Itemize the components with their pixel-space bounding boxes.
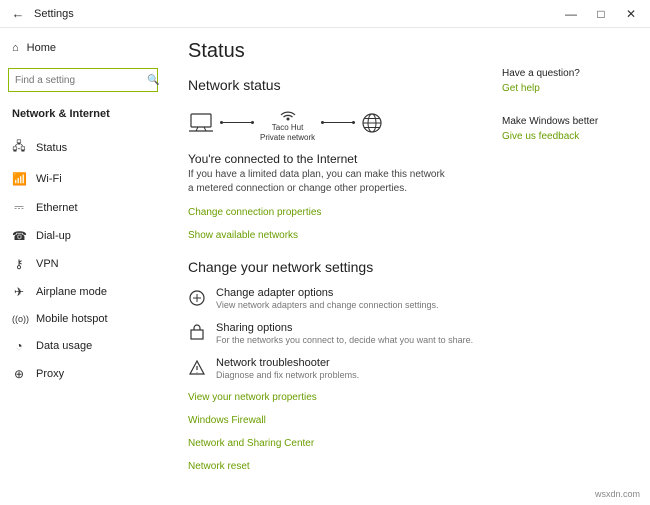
sidebar-item-airplane[interactable]: ✈ Airplane mode	[8, 278, 158, 306]
router-type: Private network	[260, 133, 315, 143]
row-desc: View network adapters and change connect…	[216, 300, 438, 310]
router-name: Taco Hut	[260, 123, 315, 133]
sidebar-item-label: Wi-Fi	[36, 173, 62, 185]
sidebar-section-header: Network & Internet	[8, 102, 158, 126]
row-title: Sharing options	[216, 322, 473, 334]
link-view-network-properties[interactable]: View your network properties	[188, 392, 482, 403]
sidebar-item-label: Ethernet	[36, 202, 78, 214]
connection-line	[222, 122, 252, 123]
sidebar-item-label: Airplane mode	[36, 286, 107, 298]
link-get-help[interactable]: Get help	[502, 83, 632, 94]
connected-desc: If you have a limited data plan, you can…	[188, 168, 448, 195]
connected-title: You're connected to the Internet	[188, 152, 482, 166]
link-network-reset[interactable]: Network reset	[188, 461, 482, 472]
link-give-feedback[interactable]: Give us feedback	[502, 131, 632, 142]
watermark: wsxdn.com	[595, 489, 640, 499]
connection-line	[323, 122, 353, 123]
sidebar-item-proxy[interactable]: ⊕ Proxy	[8, 360, 158, 388]
sidebar-item-label: Status	[36, 142, 67, 154]
search-input[interactable]	[15, 75, 147, 86]
feedback-question: Make Windows better	[502, 116, 632, 127]
change-settings-header: Change your network settings	[188, 259, 482, 275]
sidebar-item-ethernet[interactable]: ⎓ Ethernet	[8, 193, 158, 222]
close-button[interactable]: ✕	[616, 7, 646, 21]
globe-icon	[361, 112, 383, 134]
link-network-sharing-center[interactable]: Network and Sharing Center	[188, 438, 482, 449]
sidebar-item-status[interactable]: 🖧 Status	[8, 130, 158, 165]
troubleshoot-icon	[188, 357, 206, 380]
router-icon	[277, 103, 299, 121]
minimize-button[interactable]: —	[556, 7, 586, 21]
search-input-wrap[interactable]: 🔍	[8, 68, 158, 92]
maximize-button[interactable]: □	[586, 7, 616, 21]
main-content: Status Network status Taco Hut Private n…	[188, 40, 482, 505]
wifi-icon: 📶	[12, 172, 26, 186]
search-icon: 🔍	[147, 75, 159, 86]
home-icon: ⌂	[12, 42, 19, 54]
sidebar-item-wifi[interactable]: 📶 Wi-Fi	[8, 165, 158, 193]
window-title: Settings	[34, 8, 556, 20]
network-diagram: Taco Hut Private network	[188, 103, 482, 142]
link-windows-firewall[interactable]: Windows Firewall	[188, 415, 482, 426]
link-show-available-networks[interactable]: Show available networks	[188, 230, 482, 241]
sidebar-item-label: Proxy	[36, 368, 64, 380]
dialup-icon: ☎	[12, 229, 26, 243]
sidebar-item-label: Mobile hotspot	[36, 313, 108, 325]
page-title: Status	[188, 40, 482, 63]
right-column: Have a question? Get help Make Windows b…	[502, 40, 632, 505]
row-desc: Diagnose and fix network problems.	[216, 370, 359, 380]
row-change-adapter-options[interactable]: Change adapter optionsView network adapt…	[188, 287, 482, 310]
hotspot-icon: ((o))	[12, 314, 26, 324]
network-status-header: Network status	[188, 77, 482, 93]
row-sharing-options[interactable]: Sharing optionsFor the networks you conn…	[188, 322, 482, 345]
sidebar-item-datausage[interactable]: ◔ Data usage	[8, 332, 158, 360]
link-change-connection-properties[interactable]: Change connection properties	[188, 207, 482, 218]
sidebar-item-label: Home	[27, 42, 56, 54]
row-desc: For the networks you connect to, decide …	[216, 335, 473, 345]
vpn-icon: ⚷	[12, 257, 26, 271]
proxy-icon: ⊕	[12, 367, 26, 381]
titlebar: ← Settings — □ ✕	[0, 0, 650, 28]
sidebar: ⌂ Home 🔍 Network & Internet 🖧 Status 📶 W…	[0, 28, 166, 505]
help-question: Have a question?	[502, 68, 632, 79]
airplane-icon: ✈	[12, 285, 26, 299]
row-network-troubleshooter[interactable]: Network troubleshooterDiagnose and fix n…	[188, 357, 482, 380]
sidebar-item-label: VPN	[36, 258, 59, 270]
back-button[interactable]: ←	[4, 6, 32, 21]
datausage-icon: ◔	[12, 339, 26, 353]
status-icon: 🖧	[12, 137, 26, 158]
sidebar-item-dialup[interactable]: ☎ Dial-up	[8, 222, 158, 250]
sidebar-item-hotspot[interactable]: ((o)) Mobile hotspot	[8, 306, 158, 332]
ethernet-icon: ⎓	[12, 200, 26, 215]
row-title: Change adapter options	[216, 287, 438, 299]
sidebar-item-vpn[interactable]: ⚷ VPN	[8, 250, 158, 278]
adapter-icon	[188, 287, 206, 310]
row-title: Network troubleshooter	[216, 357, 359, 369]
sidebar-item-label: Dial-up	[36, 230, 71, 242]
computer-icon	[188, 113, 214, 133]
sidebar-item-home[interactable]: ⌂ Home	[8, 36, 158, 60]
sidebar-item-label: Data usage	[36, 340, 92, 352]
sharing-icon	[188, 322, 206, 345]
